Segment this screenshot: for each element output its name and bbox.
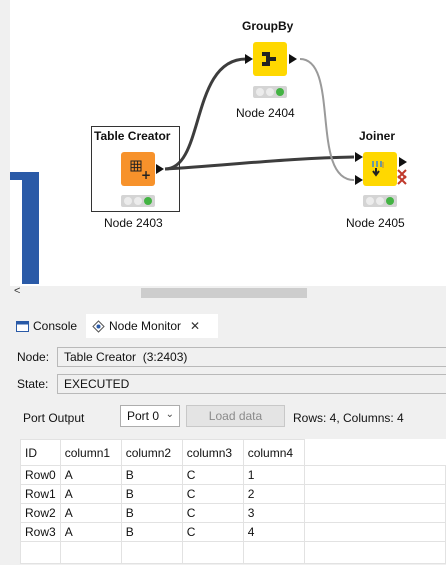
node-status-groupby [253,86,287,98]
table-empty-row [20,541,446,564]
joiner-node[interactable] [363,152,397,186]
port-select-value: Port 0 [127,409,160,423]
output-port-table-creator[interactable] [156,164,164,174]
error-cross-icon [397,169,407,185]
node-value-field: Table Creator (3:2403) [57,347,446,367]
table-filler-cell [303,541,446,564]
table-filler-cell [181,541,244,564]
state-label: State: [17,377,49,391]
node-monitor-panel: Node: Table Creator (3:2403) State: EXEC… [10,338,446,565]
table-filler-cell [303,503,446,523]
table-grid-icon: + [130,160,151,182]
view-tab-bar: Console Node Monitor ✕ [10,314,446,338]
row-id-cell: Row3 [20,522,61,542]
node-label-table-creator[interactable]: Node 2403 [104,216,163,230]
node-label: Node: [17,350,50,364]
input-port-joiner-bottom[interactable] [355,175,363,185]
state-row: State: EXECUTED [17,374,446,394]
groupby-node[interactable] [253,42,287,76]
workflow-annotation-bar [10,172,39,284]
scroll-left-icon[interactable]: < [14,285,20,297]
table-cell: C [181,465,244,485]
node-status-table-creator [121,195,155,207]
node-title-joiner: Joiner [359,129,396,143]
table-cell: B [120,503,183,523]
scrollbar-thumb[interactable] [141,288,307,298]
groupby-icon [262,52,276,66]
connection-layer [164,57,355,181]
table-cell: 4 [242,522,305,542]
table-filler-cell [303,465,446,485]
table-row[interactable]: Row0 A B C 1 [20,465,446,485]
column-header[interactable]: column2 [120,439,183,466]
table-cell: B [120,522,183,542]
output-port-groupby[interactable] [289,54,297,64]
column-header[interactable]: ID [20,439,61,466]
tab-console-label: Console [33,319,78,333]
workflow-canvas[interactable]: Table Creator + Node 2403 GroupBy Node 2… [10,0,446,300]
input-port-joiner-top[interactable] [355,152,363,162]
table-cell: 3 [242,503,305,523]
connection-groupby-joiner [299,58,355,181]
canvas-horizontal-scrollbar[interactable]: < [10,285,446,300]
tab-node-monitor[interactable]: Node Monitor ✕ [86,314,218,338]
table-cell: A [59,522,122,542]
column-header[interactable]: column4 [242,439,305,466]
table-cell: C [181,522,244,542]
column-header[interactable]: column1 [59,439,122,466]
node-status-joiner [363,195,397,207]
table-cell: C [181,503,244,523]
table-cell: A [59,465,122,485]
table-cell: 1 [242,465,305,485]
table-header-row: ID column1 column2 column3 column4 [20,439,446,466]
table-cell: C [181,484,244,504]
svg-text:+: + [141,168,151,182]
data-table: ID column1 column2 column3 column4 Row0 … [20,439,446,564]
port-select[interactable]: Port 0 ⌄ [120,405,180,427]
table-cell: A [59,503,122,523]
table-cell: 2 [242,484,305,504]
table-filler-cell [303,484,446,504]
table-filler-cell [303,439,446,466]
table-row[interactable]: Row3 A B C 4 [20,522,446,542]
node-label-joiner[interactable]: Node 2405 [346,216,405,230]
row-id-cell: Row2 [20,503,61,523]
chevron-down-icon: ⌄ [165,409,174,420]
node-title-groupby: GroupBy [242,19,294,33]
table-row[interactable]: Row1 A B C 2 [20,484,446,504]
state-value-field: EXECUTED [57,374,446,394]
console-icon [16,320,29,332]
row-id-cell: Row0 [20,465,61,485]
joiner-icon [372,161,384,177]
connection-tablecreator-joiner [164,155,355,171]
table-filler-cell [120,541,183,564]
column-header[interactable]: column3 [181,439,244,466]
node-row: Node: Table Creator (3:2403) [17,347,446,367]
node-monitor-icon [92,319,105,333]
node-label-groupby[interactable]: Node 2404 [236,106,295,120]
table-cell: B [120,484,183,504]
table-cell: A [59,484,122,504]
table-filler-cell [20,541,61,564]
close-icon[interactable]: ✕ [190,319,200,333]
port-output-label: Port Output [23,411,85,425]
table-filler-cell [242,541,305,564]
input-port-groupby[interactable] [245,54,253,64]
load-data-button[interactable]: Load data [186,405,285,427]
table-creator-node[interactable]: + [121,152,155,186]
table-row[interactable]: Row2 A B C 3 [20,503,446,523]
table-filler-cell [59,541,122,564]
tab-node-monitor-label: Node Monitor [109,319,182,333]
table-cell: B [120,465,183,485]
row-id-cell: Row1 [20,484,61,504]
table-filler-cell [303,522,446,542]
tab-console[interactable]: Console [10,314,84,338]
node-title-table-creator: Table Creator [94,129,171,143]
row-column-summary: Rows: 4, Columns: 4 [293,411,404,425]
